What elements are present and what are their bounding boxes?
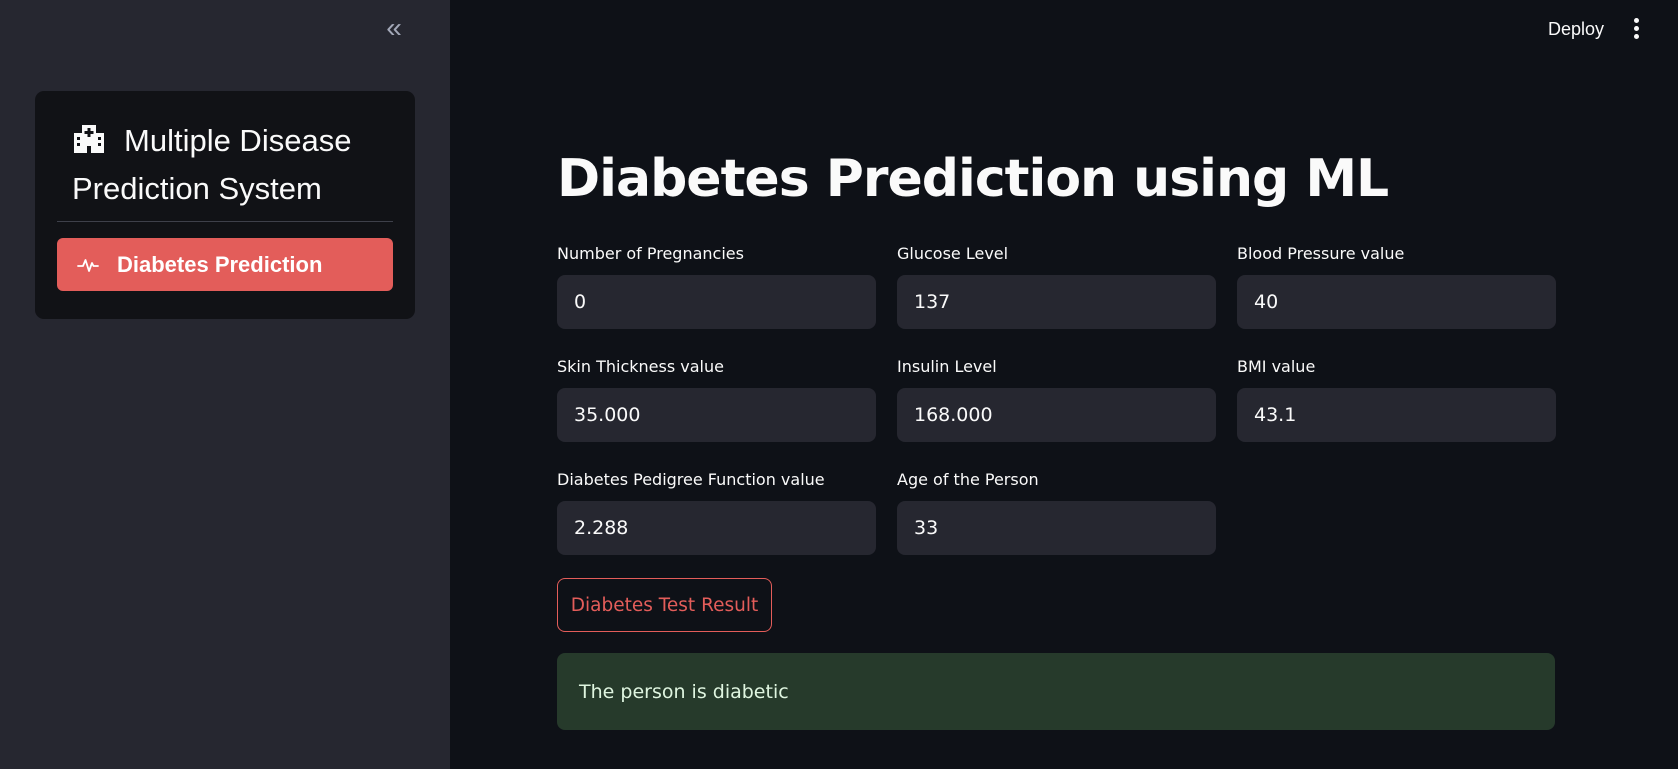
menu-title-text: Multiple Disease Prediction System — [72, 123, 352, 206]
pregnancies-input[interactable] — [557, 275, 876, 329]
double-chevron-left-icon: « — [386, 12, 402, 43]
insulin-input[interactable] — [897, 388, 1216, 442]
kebab-menu-icon[interactable] — [1626, 16, 1646, 42]
field-label: Glucose Level — [897, 244, 1009, 263]
menu-item-label: Diabetes Prediction — [117, 251, 323, 277]
blood-pressure-input[interactable] — [1237, 275, 1556, 329]
hospital-icon — [74, 125, 104, 153]
glucose-input[interactable] — [897, 275, 1216, 329]
pedigree-input[interactable] — [557, 501, 876, 555]
field-label: Diabetes Pedigree Function value — [557, 470, 825, 489]
menu-divider — [57, 221, 393, 222]
menu-item-diabetes-prediction[interactable]: Diabetes Prediction — [57, 238, 393, 291]
glucose-field: Glucose Level — [897, 244, 1216, 329]
menu-title: Multiple Disease Prediction System — [72, 117, 402, 213]
field-label: Number of Pregnancies — [557, 244, 744, 263]
field-label: BMI value — [1237, 357, 1316, 376]
bmi-field: BMI value — [1237, 357, 1556, 442]
age-field: Age of the Person — [897, 470, 1216, 555]
bmi-input[interactable] — [1237, 388, 1556, 442]
skin-thickness-field: Skin Thickness value — [557, 357, 876, 442]
pedigree-field: Diabetes Pedigree Function value — [557, 470, 876, 555]
result-success-alert: The person is diabetic — [557, 653, 1555, 730]
age-input[interactable] — [897, 501, 1216, 555]
sidebar: « Multiple Disease Prediction System Dia… — [0, 0, 450, 769]
deploy-button[interactable]: Deploy — [1536, 14, 1616, 44]
insulin-field: Insulin Level — [897, 357, 1216, 442]
blood-pressure-field: Blood Pressure value — [1237, 244, 1556, 329]
skin-thickness-input[interactable] — [557, 388, 876, 442]
field-label: Age of the Person — [897, 470, 1039, 489]
field-label: Insulin Level — [897, 357, 997, 376]
field-label: Blood Pressure value — [1237, 244, 1405, 263]
collapse-sidebar-button[interactable]: « — [378, 14, 410, 42]
option-menu: Multiple Disease Prediction System Diabe… — [35, 91, 415, 319]
pregnancies-field: Number of Pregnancies — [557, 244, 876, 329]
activity-pulse-icon — [77, 258, 99, 272]
page-title: Diabetes Prediction using ML — [557, 149, 1389, 209]
field-label: Skin Thickness value — [557, 357, 724, 376]
diabetes-test-result-button[interactable]: Diabetes Test Result — [557, 578, 772, 632]
result-message: The person is diabetic — [579, 680, 789, 703]
